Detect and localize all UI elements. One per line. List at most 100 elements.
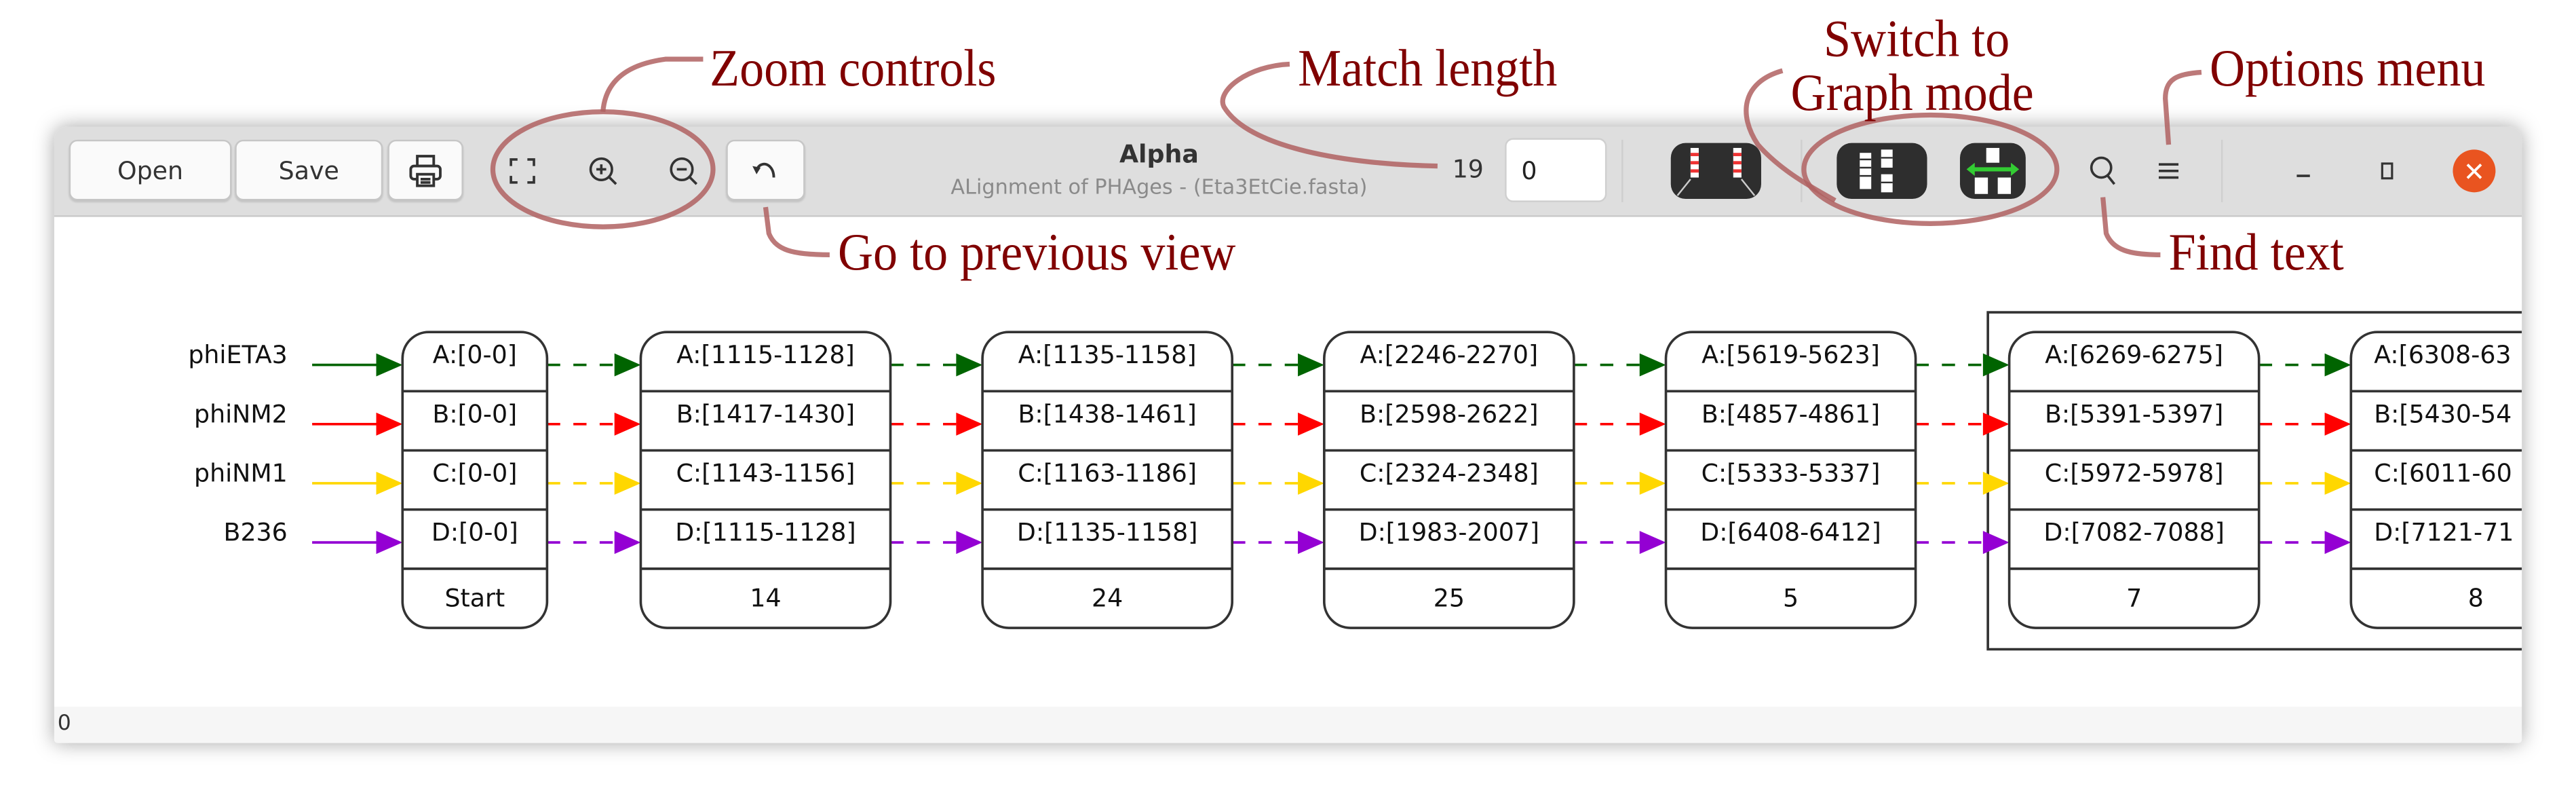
node-range: C:[6011-60 [2374,459,2512,488]
node-label: 8 [2468,584,2484,613]
maximize-icon [2381,162,2394,179]
match-length-count: 19 [1452,154,1484,185]
undo-arrow-icon [752,162,775,177]
annotation-match-length: Match length [1298,37,1558,97]
graph-node[interactable]: A:[1135-1158] B:[1438-1461] C:[1163-1186] D… [981,331,1234,629]
graph-node[interactable]: A:[0-0] B:[0-0] C:[0-0] D:[0-0] Start [401,331,549,629]
node-range: D:[7082-7088] [2043,518,2224,547]
match-length-input[interactable] [1505,138,1607,202]
node-range: B:[0-0] [432,399,517,428]
annotation-find-text: Find text [2168,221,2344,282]
header-bar: Open Save Alpha ALignment of PHAges - (E… [54,126,2522,217]
node-range: B:[5391-5397] [2045,399,2223,428]
node-range: A:[1135-1158] [1018,340,1197,369]
find-text-button[interactable] [2083,140,2123,201]
node-label: Start [444,584,505,613]
close-icon: ✕ [2463,155,2486,187]
print-button[interactable] [387,139,463,201]
screenshot-stage: Zoom controls Match length Switch to Gra… [0,0,2576,803]
node-range: C:[0-0] [432,459,517,488]
node-label: 14 [750,584,781,613]
node-range: D:[1135-1158] [1017,518,1197,547]
node-range: B:[5430-54 [2374,399,2512,428]
graph-node[interactable]: A:[6269-6275] B:[5391-5397] C:[5972-5978] D… [2007,331,2261,629]
node-range: D:[6408-6412] [1700,518,1881,547]
graph-mode-icon [1860,149,1893,193]
zoom-controls-callout [600,56,704,112]
node-range: C:[1163-1186] [1018,459,1197,488]
minimize-icon [2296,174,2310,176]
graph-node[interactable]: A:[1115-1128] B:[1417-1430] C:[1143-1156] D… [639,331,892,629]
zoom-in-icon [589,156,617,185]
edge-arrowhead [1298,531,1324,555]
zoom-in-button[interactable] [581,140,624,201]
edge-arrowhead [1298,412,1324,436]
node-range: A:[5619-5623] [1702,340,1880,369]
sequence-label: phiNM2 [194,399,288,428]
close-button[interactable]: ✕ [2453,149,2496,193]
graph-node[interactable]: A:[2246-2270] B:[2598-2622] C:[2324-2348] D… [1322,331,1575,629]
graph-node[interactable]: A:[5619-5623] B:[4857-4861] C:[5333-5337] D… [1664,331,1917,629]
graph-layout-button[interactable] [1959,143,2026,200]
window-title: Alpha [1119,139,1199,170]
alignment-view-button[interactable] [1670,143,1761,200]
edge-arrowhead [1639,353,1666,377]
node-range: D:[1983-2007] [1359,518,1539,547]
window-subtitle: ALignment of PHAges - (Eta3EtCie.fasta) [950,174,1368,200]
toolbar-separator [2221,139,2223,202]
previous-view-button[interactable] [726,139,805,201]
node-range: B:[2598-2622] [1360,399,1538,428]
zoom-fit-icon [510,157,535,183]
edge-arrowhead [614,353,641,377]
graph-node[interactable]: A:[6308-63 B:[5430-54 C:[6011-60 D:[7121-71… [2349,331,2522,629]
minimize-button[interactable] [2284,140,2323,201]
edge-arrowhead [1298,471,1324,495]
node-label: 7 [2126,584,2142,613]
node-range: D:[0-0] [431,518,518,547]
alignment-view-icon [1676,147,1756,196]
save-button[interactable]: Save [235,139,383,201]
app-window: Open Save Alpha ALignment of PHAges - (E… [54,126,2522,743]
edge-arrowhead [1982,471,2010,495]
annotation-previous-view: Go to previous view [838,221,1236,282]
sequence-label: B236 [224,518,288,547]
edge-arrowhead [956,471,983,495]
edge-arrowhead [614,412,641,436]
annotation-switch-graph-line1: Switch to [1823,8,2010,68]
edge-arrowhead [376,353,403,377]
alignment-graph: phiETA3 phiNM2 phiNM1 B236 A:[0-0] B:[0-0] C:[… [188,311,2522,651]
toolbar-separator [1801,139,1803,202]
sequence-label: phiETA3 [188,340,287,369]
maximize-button[interactable] [2368,140,2407,201]
edge-arrowhead [1639,412,1666,436]
annotation-options-menu: Options menu [2210,37,2486,97]
open-button[interactable]: Open [69,139,232,201]
node-range: D:[1115-1128] [675,518,856,547]
edge-arrowhead [376,531,403,555]
node-range: A:[6308-63 [2374,340,2511,369]
toolbar-separator [1621,139,1623,202]
zoom-out-button[interactable] [662,140,705,201]
node-range: C:[1143-1156] [676,459,856,488]
status-bar: 0 [54,707,2522,743]
graph-layout-icon [1966,147,2020,194]
annotation-switch-graph-line2: Graph mode [1790,62,2034,122]
search-icon [2090,155,2116,185]
edge-arrowhead [376,471,403,495]
graph-mode-button[interactable] [1837,143,1927,200]
edge-arrowhead [1639,471,1666,495]
edge-arrowhead [1639,531,1666,555]
node-label: 25 [1434,584,1465,613]
annotation-zoom-controls: Zoom controls [710,37,997,97]
options-menu-button[interactable] [2149,140,2188,201]
node-range: C:[5333-5337] [1702,459,1881,488]
printer-icon [409,153,442,187]
zoom-out-icon [670,156,698,185]
zoom-fit-button[interactable] [501,140,544,201]
edge-arrowhead [376,412,403,436]
node-range: A:[0-0] [433,340,517,369]
node-range: D:[7121-71 [2374,518,2514,547]
node-range: C:[2324-2348] [1360,459,1539,488]
node-range: A:[2246-2270] [1360,340,1538,369]
alignment-graph-canvas[interactable]: phiETA3 phiNM2 phiNM1 B236 A:[0-0] B:[0-0] C:[… [54,217,2522,707]
